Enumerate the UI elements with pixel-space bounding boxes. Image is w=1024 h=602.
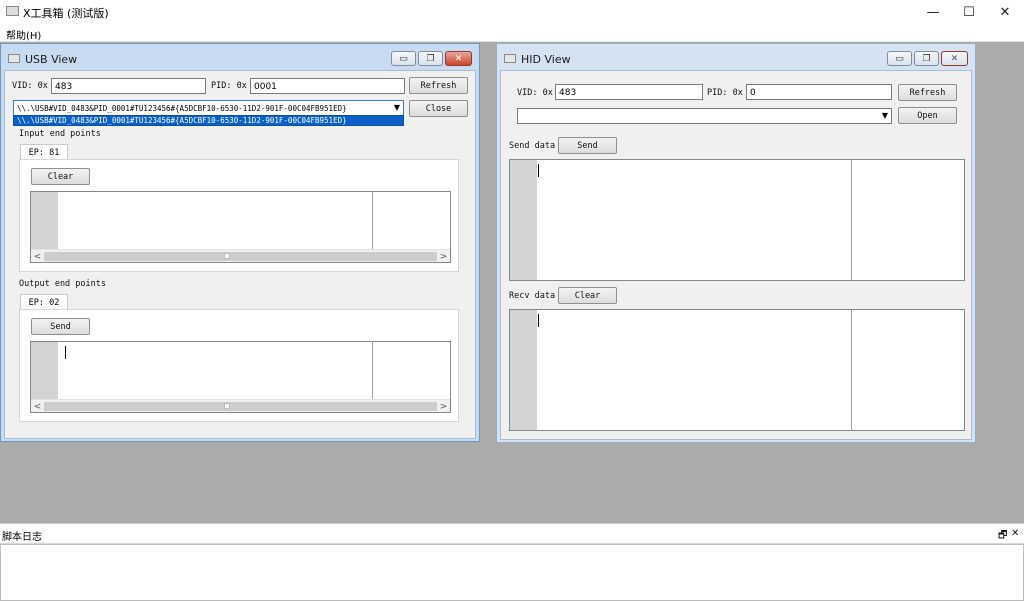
window-icon [8,54,20,63]
hid-device-select[interactable]: ▼ [517,108,892,124]
input-clear-button[interactable]: Clear [31,168,90,185]
script-log-title: 脚本日志 [2,532,42,543]
usb-view-titlebar[interactable]: USB View ▭ ❐ ✕ [1,44,479,72]
input-endpoints-label: Input end points [19,129,101,139]
output-endpoint-panel: Send < > [19,309,459,422]
send-data-editor[interactable] [509,159,965,281]
scroll-right-icon[interactable]: > [437,250,450,263]
usb-vid-label: VID: 0x [12,81,48,91]
hid-view-title: HID View [521,53,571,66]
app-title: X工具箱 (测试版) [23,7,109,20]
usb-close-device-button[interactable]: Close [409,100,468,117]
input-endpoint-panel: Clear < > [19,159,459,272]
float-icon[interactable]: 🗗 [998,528,1007,545]
output-send-button[interactable]: Send [31,318,90,335]
input-data-editor[interactable]: < > [30,191,451,263]
hid-close-button[interactable]: ✕ [941,51,968,66]
margin-line [851,310,852,430]
margin-line [851,160,852,280]
usb-view-client: VID: 0x 483 PID: 0x 0001 Refresh \\.\USB… [4,70,476,439]
script-log-textarea[interactable] [0,544,1024,601]
hid-pid-label: PID: 0x [707,88,743,98]
usb-pid-input[interactable]: 0001 [250,78,405,94]
hid-clear-button[interactable]: Clear [558,287,617,304]
dropdown-arrow-icon[interactable]: ▼ [882,111,888,120]
output-hscrollbar[interactable]: < > [31,399,450,412]
hid-view-titlebar[interactable]: HID View ▭ ❐ ✕ [497,44,975,72]
scroll-right-icon[interactable]: > [437,400,450,413]
input-hscrollbar[interactable]: < > [31,249,450,262]
scroll-left-icon[interactable]: < [31,400,44,413]
recv-data-editor[interactable] [509,309,965,431]
usb-device-option[interactable]: \\.\USB#VID_0483&PID_0001#TU123456#{A5DC… [17,116,347,125]
usb-minimize-button[interactable]: ▭ [391,51,416,66]
usb-view-title: USB View [25,53,78,66]
hid-send-button[interactable]: Send [558,137,617,154]
script-log-panel: 脚本日志 🗗 ✕ [0,523,1024,602]
window-icon [504,54,516,63]
usb-device-select[interactable]: \\.\USB#VID_0483&PID_0001#TU123456#{A5DC… [13,100,404,116]
hid-refresh-button[interactable]: Refresh [898,84,957,101]
hid-vid-input[interactable]: 483 [555,84,703,100]
usb-device-selected: \\.\USB#VID_0483&PID_0001#TU123456#{A5DC… [17,104,347,113]
usb-pid-label: PID: 0x [211,81,247,91]
app-titlebar: X工具箱 (测试版) — ☐ ✕ [0,0,1024,24]
menu-help[interactable]: 帮助(H) [6,27,41,42]
hid-pid-input[interactable]: 0 [746,84,892,100]
hid-open-button[interactable]: Open [898,107,957,124]
text-caret [538,164,539,177]
close-icon[interactable]: ✕ [1011,528,1019,539]
usb-device-dropdown[interactable]: \\.\USB#VID_0483&PID_0001#TU123456#{A5DC… [13,115,404,126]
script-log-header: 脚本日志 🗗 ✕ [0,524,1024,544]
scroll-thumb[interactable] [224,403,230,409]
minimize-button[interactable]: — [914,0,952,24]
usb-restore-button[interactable]: ❐ [418,51,443,66]
scroll-track[interactable] [44,252,437,261]
output-endpoints-label: Output end points [19,279,106,289]
maximize-button[interactable]: ☐ [950,0,988,24]
scroll-track[interactable] [44,402,437,411]
dropdown-arrow-icon[interactable]: ▼ [394,103,400,112]
output-data-editor[interactable]: < > [30,341,451,413]
app-icon [6,6,19,16]
recv-data-label: Recv data [509,291,556,301]
tab-ep-02[interactable]: EP: 02 [20,294,68,310]
scroll-left-icon[interactable]: < [31,250,44,263]
usb-close-button[interactable]: ✕ [445,51,472,66]
usb-view-window: USB View ▭ ❐ ✕ VID: 0x 483 PID: 0x 0001 … [0,43,480,442]
usb-refresh-button[interactable]: Refresh [409,77,468,94]
hid-view-client: VID: 0x 483 PID: 0x 0 Refresh ▼ Open Sen… [500,70,972,440]
scroll-thumb[interactable] [224,253,230,259]
line-gutter [510,310,537,430]
text-caret [538,314,539,327]
text-caret [65,346,66,359]
close-button[interactable]: ✕ [986,0,1024,24]
usb-vid-input[interactable]: 483 [51,78,206,94]
tab-ep-81[interactable]: EP: 81 [20,144,68,160]
hid-restore-button[interactable]: ❐ [914,51,939,66]
hid-minimize-button[interactable]: ▭ [887,51,912,66]
menu-bar: 帮助(H) [0,24,1024,42]
hid-view-window: HID View ▭ ❐ ✕ VID: 0x 483 PID: 0x 0 Ref… [496,43,976,443]
send-data-label: Send data [509,141,556,151]
hid-vid-label: VID: 0x [517,88,553,98]
line-gutter [510,160,537,280]
